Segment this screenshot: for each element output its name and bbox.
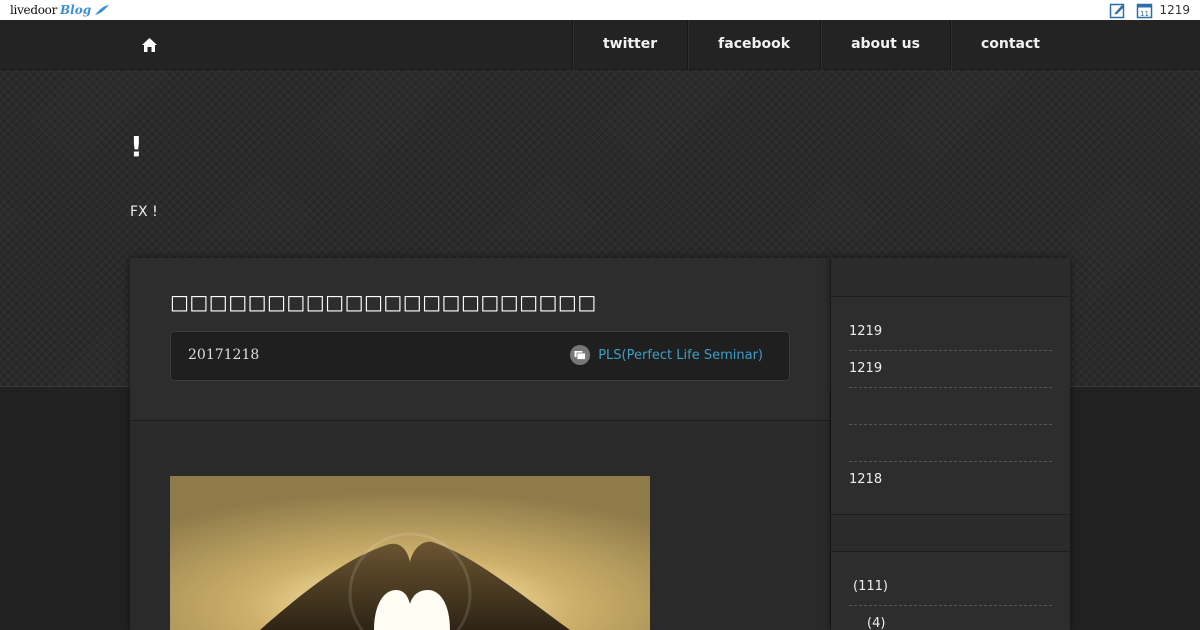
site-title[interactable]: ! (130, 130, 143, 163)
recent-post-item[interactable]: 1219 (849, 351, 1052, 388)
category-item[interactable]: (4) (849, 606, 1052, 630)
article-card: □□□□□□□□□□□□□□□□□□□□□□ 20171218 PLS(Perf… (130, 258, 830, 630)
livedoor-bar: livedoor Blog 11 1219 (0, 0, 1200, 20)
article-title[interactable]: □□□□□□□□□□□□□□□□□□□□□□ (170, 290, 597, 314)
sidebar-heading (831, 258, 1070, 297)
category-item[interactable]: (111) (849, 569, 1052, 606)
recent-posts-list: 1219 1219 1218 (831, 297, 1070, 499)
article-meta: 20171218 PLS(Perfect Life Seminar) (170, 331, 790, 381)
article-image (170, 476, 650, 630)
visitor-count: 1219 (1159, 3, 1190, 17)
category-label: PLS(Perfect Life Seminar) (598, 347, 763, 363)
logo-word: livedoor (10, 3, 58, 17)
article-date: 20171218 (188, 347, 260, 363)
category-list: (111) (4) (849, 569, 1052, 630)
nav-contact[interactable]: contact (949, 20, 1070, 70)
recent-post-item[interactable]: 1218 (849, 462, 1052, 499)
recent-post-item[interactable]: 1219 (849, 315, 1052, 351)
recent-post-item[interactable] (849, 425, 1052, 462)
site-description: FX ! (130, 204, 158, 220)
main-nav: twitter facebook about us contact (0, 20, 1200, 70)
calendar-icon[interactable]: 11 (1136, 2, 1153, 19)
sidebar: 1219 1219 1218 (111) (4) (831, 258, 1070, 630)
edit-icon[interactable] (1109, 2, 1126, 19)
nav-twitter[interactable]: twitter (571, 20, 687, 70)
nav-facebook[interactable]: facebook (687, 20, 820, 70)
home-icon[interactable] (141, 37, 158, 53)
logo-blog: Blog (60, 3, 92, 17)
sidebar-heading-categories (831, 514, 1070, 552)
svg-text:11: 11 (1140, 10, 1149, 18)
bird-icon (95, 5, 110, 15)
folder-icon (570, 345, 591, 365)
article-category-link[interactable]: PLS(Perfect Life Seminar) (570, 345, 763, 365)
nav-about-us[interactable]: about us (820, 20, 950, 70)
livedoor-blog-logo[interactable]: livedoor Blog (10, 2, 110, 18)
recent-post-item[interactable] (849, 388, 1052, 425)
